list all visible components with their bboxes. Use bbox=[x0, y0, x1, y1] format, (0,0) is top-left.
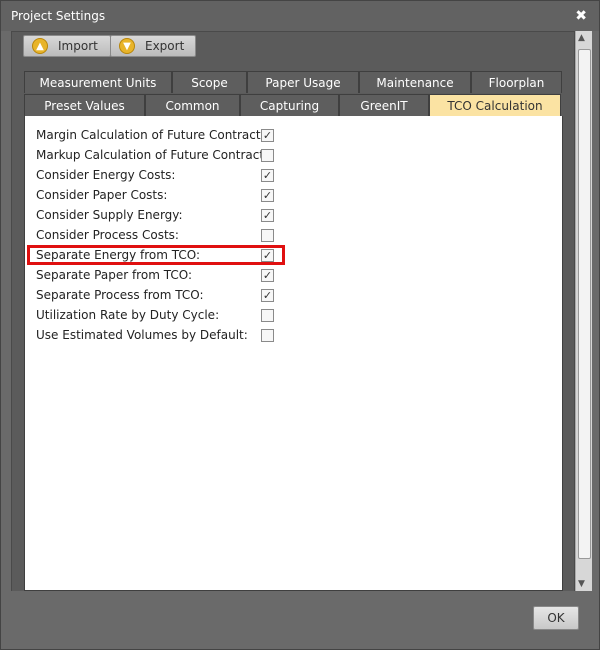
tab-row-top: Measurement Units Scope Paper Usage Main… bbox=[24, 71, 562, 93]
tab-maintenance[interactable]: Maintenance bbox=[359, 71, 471, 93]
setting-row: Markup Calculation of Future Contracts: bbox=[36, 146, 275, 164]
setting-checkbox[interactable] bbox=[261, 329, 274, 342]
setting-row: Consider Supply Energy: bbox=[36, 206, 261, 224]
setting-label: Separate Paper from TCO: bbox=[36, 268, 192, 282]
setting-checkbox[interactable]: ✓ bbox=[261, 169, 274, 182]
setting-checkbox[interactable]: ✓ bbox=[261, 189, 274, 202]
setting-checkbox[interactable] bbox=[261, 309, 274, 322]
setting-label: Utilization Rate by Duty Cycle: bbox=[36, 308, 220, 322]
setting-label: Consider Paper Costs: bbox=[36, 188, 168, 202]
setting-label: Separate Energy from TCO: bbox=[36, 248, 201, 262]
checkmark-icon: ✓ bbox=[262, 269, 273, 282]
setting-label: Consider Energy Costs: bbox=[36, 168, 176, 182]
tab-tco-calculation[interactable]: TCO Calculation bbox=[429, 94, 561, 116]
tab-measurement-units[interactable]: Measurement Units bbox=[24, 71, 172, 93]
setting-label: Margin Calculation of Future Contracts: bbox=[36, 128, 271, 142]
setting-label: Use Estimated Volumes by Default: bbox=[36, 328, 248, 342]
setting-row: Consider Paper Costs: bbox=[36, 186, 261, 204]
dialog-content: ▲ Import ▼ Export Measurement Units Scop… bbox=[11, 31, 575, 593]
close-icon[interactable]: ✖ bbox=[575, 8, 587, 24]
setting-checkbox[interactable]: ✓ bbox=[261, 249, 274, 262]
tco-settings-panel: Margin Calculation of Future Contracts: ✓… bbox=[24, 116, 563, 591]
checkmark-icon: ✓ bbox=[262, 289, 273, 302]
setting-label: Markup Calculation of Future Contracts: bbox=[36, 148, 275, 162]
scrollbar-thumb[interactable] bbox=[578, 49, 591, 559]
project-settings-dialog: Project Settings ✖ ▲ Import ▼ Export Mea… bbox=[0, 0, 600, 650]
tab-paper-usage[interactable]: Paper Usage bbox=[247, 71, 359, 93]
setting-checkbox[interactable]: ✓ bbox=[261, 289, 274, 302]
checkmark-icon: ✓ bbox=[262, 209, 273, 222]
setting-row: Use Estimated Volumes by Default: bbox=[36, 326, 261, 344]
setting-checkbox[interactable]: ✓ bbox=[261, 129, 274, 142]
checkmark-icon: ✓ bbox=[262, 249, 273, 262]
scroll-down-icon[interactable]: ▼ bbox=[578, 579, 585, 589]
tab-greenit[interactable]: GreenIT bbox=[339, 94, 429, 116]
checkmark-icon: ✓ bbox=[262, 129, 273, 142]
tab-capturing[interactable]: Capturing bbox=[240, 94, 339, 116]
export-label: Export bbox=[145, 39, 185, 53]
dialog-footer: OK bbox=[1, 591, 599, 649]
export-button[interactable]: ▼ Export bbox=[110, 35, 196, 57]
checkmark-icon: ✓ bbox=[262, 189, 273, 202]
setting-row: Separate Process from TCO: bbox=[36, 286, 261, 304]
setting-checkbox[interactable] bbox=[261, 149, 274, 162]
ok-button[interactable]: OK bbox=[533, 606, 579, 630]
setting-row: Separate Energy from TCO: bbox=[36, 246, 261, 264]
tab-floorplan[interactable]: Floorplan bbox=[471, 71, 562, 93]
setting-checkbox[interactable]: ✓ bbox=[261, 269, 274, 282]
tab-row-bottom: Preset Values Common Capturing GreenIT T… bbox=[24, 94, 561, 116]
setting-row: Separate Paper from TCO: bbox=[36, 266, 261, 284]
setting-label: Separate Process from TCO: bbox=[36, 288, 204, 302]
title-bar[interactable]: Project Settings ✖ bbox=[1, 1, 599, 31]
setting-row: Consider Energy Costs: bbox=[36, 166, 261, 184]
window-title: Project Settings bbox=[11, 9, 106, 23]
arrow-up-circle-icon: ▲ bbox=[32, 38, 48, 54]
vertical-scrollbar[interactable]: ▲ ▼ bbox=[575, 31, 592, 591]
arrow-down-circle-icon: ▼ bbox=[119, 38, 135, 54]
setting-checkbox[interactable] bbox=[261, 229, 274, 242]
tab-scope[interactable]: Scope bbox=[172, 71, 247, 93]
checkmark-icon: ✓ bbox=[262, 169, 273, 182]
scroll-up-icon[interactable]: ▲ bbox=[578, 33, 585, 43]
tab-preset-values[interactable]: Preset Values bbox=[24, 94, 145, 116]
setting-row: Margin Calculation of Future Contracts: bbox=[36, 126, 271, 144]
setting-label: Consider Process Costs: bbox=[36, 228, 179, 242]
setting-checkbox[interactable]: ✓ bbox=[261, 209, 274, 222]
setting-label: Consider Supply Energy: bbox=[36, 208, 183, 222]
setting-row: Consider Process Costs: bbox=[36, 226, 261, 244]
import-button[interactable]: ▲ Import bbox=[23, 35, 111, 57]
setting-row: Utilization Rate by Duty Cycle: bbox=[36, 306, 261, 324]
import-label: Import bbox=[58, 39, 98, 53]
tab-common[interactable]: Common bbox=[145, 94, 240, 116]
